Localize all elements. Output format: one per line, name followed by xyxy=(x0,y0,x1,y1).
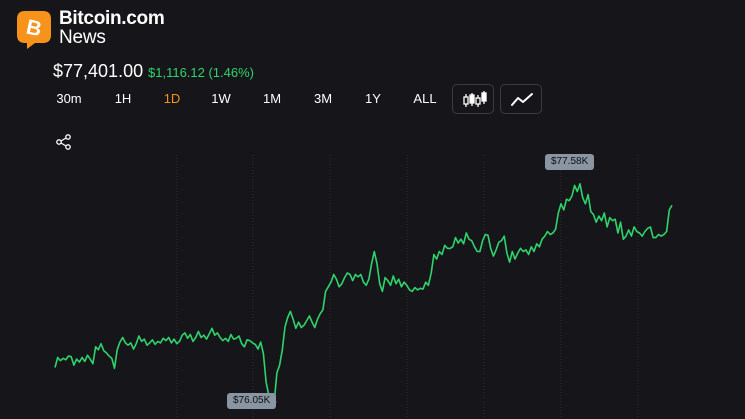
high-price-label: $77.58K xyxy=(545,154,595,170)
tab-1h[interactable]: 1H xyxy=(106,84,140,114)
bitcoin-logo-icon: B xyxy=(17,11,51,49)
candlestick-chart-button[interactable] xyxy=(452,84,494,114)
tab-1d[interactable]: 1D xyxy=(156,84,188,114)
share-icon[interactable] xyxy=(55,133,73,151)
tab-30m[interactable]: 30m xyxy=(50,84,88,114)
tab-1m[interactable]: 1M xyxy=(255,84,289,114)
tab-all[interactable]: ALL xyxy=(405,84,445,114)
candlestick-icon xyxy=(463,91,487,107)
price-chart xyxy=(54,155,673,419)
low-price-label: $76.05K xyxy=(227,393,277,409)
price-change: $1,116.12 (1.46%) xyxy=(148,65,254,80)
line-chart-icon xyxy=(511,93,533,106)
tab-1y[interactable]: 1Y xyxy=(357,84,389,114)
current-price: $77,401.00 xyxy=(53,61,144,81)
tab-3m[interactable]: 3M xyxy=(306,84,340,114)
line-chart-button[interactable] xyxy=(500,84,542,114)
tab-1w[interactable]: 1W xyxy=(204,84,238,114)
price-line xyxy=(54,183,673,403)
brand-subtitle: News xyxy=(59,27,106,48)
